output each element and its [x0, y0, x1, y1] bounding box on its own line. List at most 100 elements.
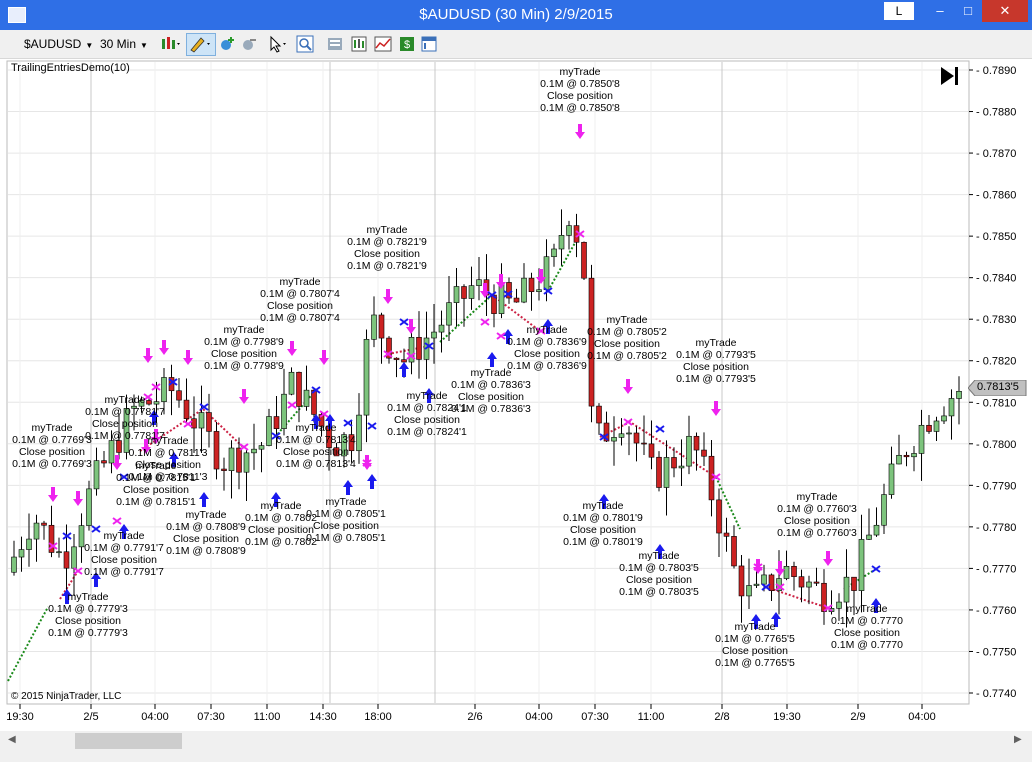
bull-candle [626, 432, 632, 435]
trade-label: 0.1M @ 0.7807'4 [260, 288, 340, 300]
trade-label: 0.1M @ 0.7821'9 [347, 236, 427, 248]
pencil-icon [190, 37, 210, 53]
layout-button[interactable]: L [884, 2, 914, 20]
interval-selector[interactable]: 30 Min ▼ [100, 34, 152, 54]
y-tick-label: - 0.7850 [976, 231, 1016, 243]
trade-label: myTrade [846, 603, 887, 615]
bear-candle [633, 432, 640, 444]
bull-candle [453, 286, 460, 303]
scroll-right-icon[interactable]: ▶ [1014, 734, 1022, 745]
chart-style-icon[interactable] [160, 35, 182, 53]
bull-candle [11, 556, 17, 573]
trade-label: Close position [683, 361, 749, 373]
bear-candle [311, 389, 317, 415]
x-tick-label: 18:00 [364, 711, 392, 723]
bear-candle [183, 399, 190, 420]
add-indicator-icon[interactable] [218, 35, 236, 53]
y-tick-label: - 0.7860 [976, 190, 1016, 202]
trade-label: Close position [784, 515, 850, 527]
trade-label: 0.1M @ 0.7850'8 [540, 102, 620, 114]
close-button[interactable]: ✕ [982, 0, 1028, 22]
bull-candle [678, 465, 685, 469]
horizontal-scrollbar[interactable]: ◀ ▶ [0, 731, 1032, 751]
go-to-end-icon[interactable] [938, 65, 962, 87]
indicators-icon[interactable] [374, 35, 392, 53]
trade-label: 0.1M @ 0.7803'5 [619, 586, 699, 598]
trade-label: 0.1M @ 0.7807'4 [260, 312, 340, 324]
y-tick-label: - 0.7870 [976, 148, 1016, 160]
instrument-label: $AUDUSD [24, 37, 82, 51]
y-tick-label: - 0.7760 [976, 605, 1016, 617]
remove-indicator-icon[interactable] [240, 35, 258, 53]
scroll-thumb[interactable] [75, 733, 182, 749]
trade-label: myTrade [103, 530, 144, 542]
copyright-text: © 2015 NinjaTrader, LLC [11, 691, 122, 702]
strategies-icon[interactable]: $ [398, 35, 416, 53]
bull-candle [873, 524, 880, 536]
bear-candle [656, 456, 662, 488]
trade-label: myTrade [325, 496, 366, 508]
chart-panel[interactable]: myTrade 0.1M @ 0.7850'8 Close position 0.1M… [0, 59, 1032, 727]
trade-label: 0.1M @ 0.7793'5 [676, 349, 756, 361]
bull-candle [363, 339, 370, 416]
y-tick-label: - 0.7770 [976, 563, 1016, 575]
trade-label: Close position [458, 391, 524, 403]
y-tick-label: - 0.7830 [976, 314, 1016, 326]
title-bar: $AUDUSD (30 Min) 2/9/2015 L – □ ✕ [0, 0, 1032, 30]
bear-candle [41, 522, 47, 526]
bull-candle [153, 401, 160, 405]
trade-label: 0.1M @ 0.7805'2 [587, 350, 667, 362]
drawing-tool-button[interactable] [186, 33, 216, 56]
trade-label: myTrade [295, 422, 336, 434]
instrument-selector[interactable]: $AUDUSD ▼ [24, 34, 94, 54]
chart-toolbar: $AUDUSD ▼ 30 Min ▼ $ [0, 30, 1032, 59]
trade-label: Close position [211, 348, 277, 360]
bull-candle [371, 314, 377, 340]
bull-candle [956, 390, 962, 399]
trade-label: 0.1M @ 0.7824'1 [387, 402, 467, 414]
x-tick-label: 07:30 [581, 711, 609, 723]
trade-label: myTrade [638, 550, 679, 562]
scroll-left-icon[interactable]: ◀ [8, 734, 16, 745]
bull-candle [243, 452, 250, 473]
trade-label: Close position [91, 554, 157, 566]
bull-candle [933, 420, 940, 432]
bear-candle [701, 449, 707, 457]
bear-candle [461, 286, 467, 299]
bull-candle [611, 437, 617, 442]
x-tick-label: 04:00 [141, 711, 169, 723]
maximize-button[interactable]: □ [954, 0, 982, 22]
bull-candle [56, 551, 62, 554]
bear-candle [273, 416, 280, 429]
cursor-icon[interactable] [268, 35, 290, 53]
y-tick-label: - 0.7800 [976, 439, 1016, 451]
bear-candle [768, 574, 775, 592]
trade-label: Close position [514, 348, 580, 360]
bull-candle [281, 393, 287, 429]
svg-text:$: $ [404, 39, 410, 51]
trade-label: myTrade [260, 500, 301, 512]
properties-icon[interactable] [326, 35, 344, 53]
price-chart[interactable]: myTrade0.1M @ 0.7850'8Close position0.1M… [0, 59, 1032, 727]
trade-label: Close position [394, 414, 460, 426]
bull-candle [858, 539, 865, 591]
trade-label: 0.1M @ 0.7798'9 [204, 360, 284, 372]
y-tick-label: - 0.7890 [976, 65, 1016, 77]
bull-candle [806, 581, 812, 588]
trade-label: 0.1M @ 0.7765'5 [715, 657, 795, 669]
chevron-down-icon: ▼ [85, 41, 94, 50]
current-price-label: 0.7813'5 [977, 381, 1019, 393]
x-tick-label: 11:00 [254, 711, 281, 723]
trade-label: 0.1M @ 0.7811'3 [128, 471, 207, 483]
bull-candle [566, 225, 572, 236]
minimize-button[interactable]: – [926, 0, 954, 22]
trade-label: Close position [354, 248, 420, 260]
trade-label: myTrade [366, 224, 407, 236]
trade-label: 0.1M @ 0.7805'1 [306, 532, 386, 544]
bull-candle [108, 440, 115, 464]
panels-icon[interactable] [420, 35, 438, 53]
zoom-icon[interactable] [296, 35, 314, 53]
bull-candle [251, 448, 257, 454]
trade-label: Close position [123, 484, 189, 496]
data-series-icon[interactable] [350, 35, 368, 53]
